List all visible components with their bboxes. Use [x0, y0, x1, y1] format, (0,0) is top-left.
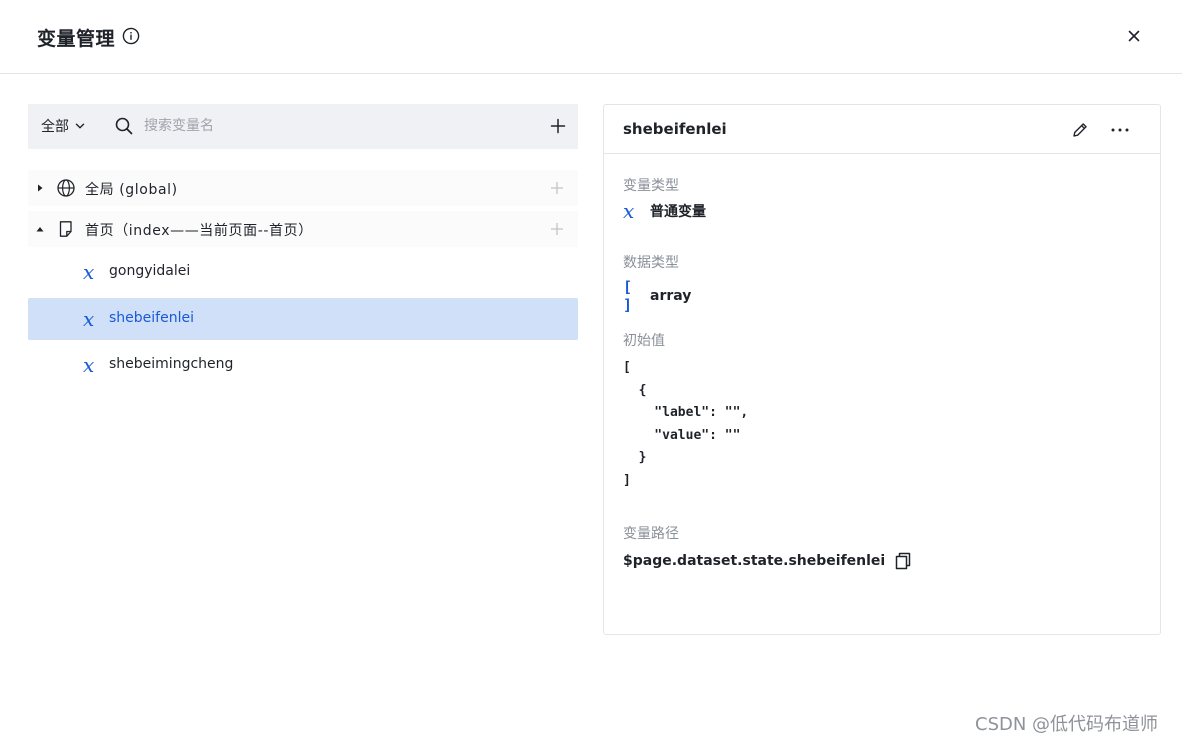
variable-item-shebeimingcheng[interactable]: x shebeimingcheng [28, 344, 578, 386]
search-input[interactable] [144, 114, 524, 138]
close-icon[interactable] [1124, 26, 1144, 46]
data-type-label: 数据类型 [623, 255, 679, 271]
variable-type-value: x 普通变量 [623, 201, 706, 221]
tree-group-label: 首页（index——当前页面--首页） [85, 223, 313, 239]
search-icon [115, 117, 133, 135]
scope-filter-dropdown[interactable]: 全部 [41, 116, 86, 136]
variable-toolbar: 全部 [28, 104, 578, 149]
variable-name: gongyidalei [109, 263, 191, 279]
variable-icon: x [83, 307, 95, 331]
caret-up-icon[interactable] [35, 224, 45, 234]
page-icon [59, 221, 72, 237]
variable-icon: x [83, 260, 95, 284]
variable-type-label: 变量类型 [623, 178, 679, 194]
add-icon[interactable] [548, 179, 566, 197]
variable-name: shebeifenlei [109, 310, 194, 326]
add-variable-icon[interactable] [548, 116, 568, 136]
variable-item-gongyidalei[interactable]: x gongyidalei [28, 251, 578, 293]
detail-title: shebeifenlei [623, 120, 727, 138]
detail-header: shebeifenlei [604, 105, 1160, 154]
variable-type-text: 普通变量 [650, 204, 706, 220]
scope-filter-label: 全部 [41, 119, 69, 135]
tree-group-index-page[interactable]: 首页（index——当前页面--首页） [28, 211, 578, 247]
initial-value-code: [ { "label": "", "value": "" } ] [623, 360, 749, 488]
caret-right-icon[interactable] [35, 183, 45, 193]
tree-group-global[interactable]: 全局 (global) [28, 170, 578, 206]
data-type-value: [ ] array [623, 278, 691, 314]
initial-value-label: 初始值 [623, 333, 665, 349]
variable-path-value: $page.dataset.state.shebeifenlei [623, 551, 912, 571]
tree-group-label: 全局 (global) [85, 182, 178, 198]
watermark: CSDN @低代码布道师 [975, 714, 1159, 735]
globe-icon [57, 179, 75, 197]
info-icon[interactable] [122, 27, 140, 45]
add-icon[interactable] [548, 220, 566, 238]
variable-path-text: $page.dataset.state.shebeifenlei [623, 553, 886, 569]
array-icon: [ ] [623, 278, 634, 314]
chevron-down-icon [75, 123, 85, 129]
variable-item-shebeifenlei[interactable]: x shebeifenlei [28, 298, 578, 340]
variable-icon: x [623, 199, 635, 223]
variable-detail-panel: shebeifenlei 变量类型 x 普通变量 数据类型 [ ] array … [603, 104, 1161, 635]
variable-name: shebeimingcheng [109, 356, 234, 372]
variable-icon: x [83, 353, 95, 377]
dialog-header: 变量管理 [0, 0, 1182, 74]
data-type-text: array [650, 288, 692, 304]
variable-path-label: 变量路径 [623, 526, 679, 542]
copy-icon[interactable] [894, 551, 912, 571]
dialog-title: 变量管理 [37, 28, 116, 50]
more-icon[interactable] [1109, 120, 1131, 140]
edit-icon[interactable] [1070, 120, 1090, 140]
